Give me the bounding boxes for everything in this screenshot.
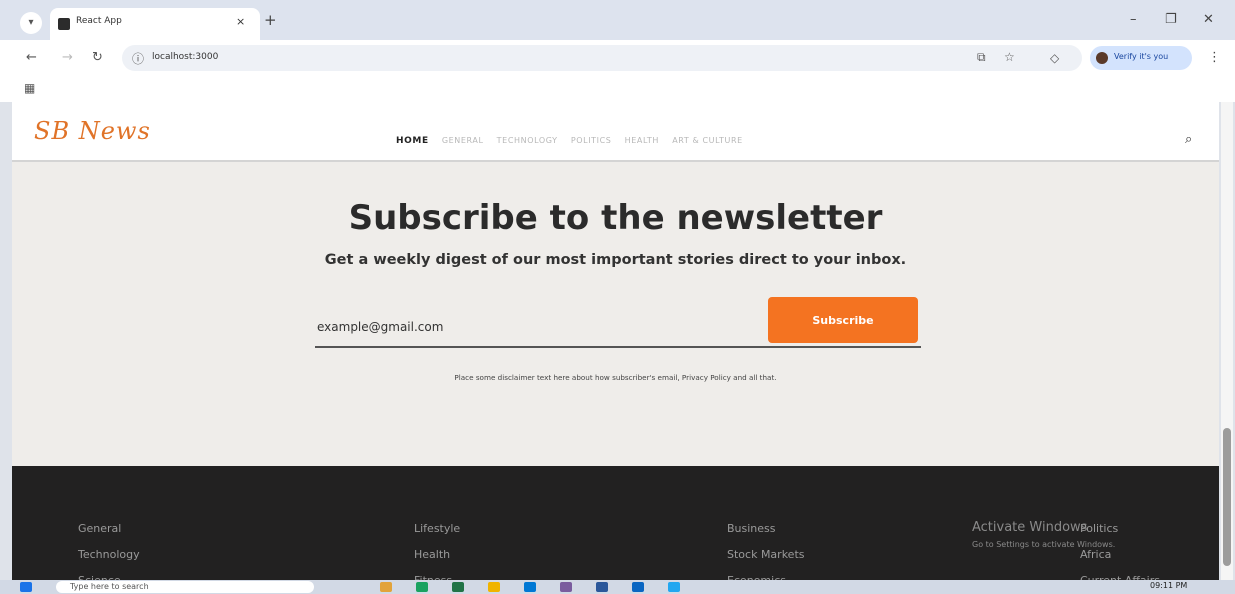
disclaimer-text: Place some disclaimer text here about ho… (454, 373, 777, 382)
folder-icon[interactable] (488, 582, 500, 592)
start-menu-icon[interactable] (20, 582, 32, 592)
install-app-icon[interactable]: ⧉ (977, 50, 986, 65)
browser-tab-active[interactable]: React App × (50, 8, 260, 40)
tab-close-icon[interactable]: × (236, 15, 245, 28)
footer-column-2: Lifestyle Health Fitness (414, 516, 460, 580)
avatar (1096, 52, 1108, 64)
reload-icon[interactable]: ↻ (92, 50, 103, 65)
newsletter-subtitle: Get a weekly digest of our most importan… (324, 252, 907, 268)
new-tab-button[interactable]: + (264, 11, 277, 29)
address-bar[interactable]: ⓘ localhost:3000 ⧉ ☆ (122, 45, 1082, 71)
word-icon[interactable] (596, 582, 608, 592)
footer-link-general[interactable]: General (78, 516, 140, 542)
nav-item-technology[interactable]: TECHNOLOGY (497, 136, 558, 145)
apps-grid-icon[interactable]: ▦ (24, 81, 35, 95)
footer-link-economics[interactable]: Economics (727, 568, 804, 580)
tab-favicon-icon (58, 18, 70, 30)
footer-link-business[interactable]: Business (727, 516, 804, 542)
nav-item-health[interactable]: HEALTH (625, 136, 659, 145)
nav-item-home[interactable]: HOME (396, 136, 429, 146)
bookmarks-bar: ▦ (0, 76, 1235, 102)
site-header: SB News HOME GENERAL TECHNOLOGY POLITICS… (12, 102, 1219, 162)
window-maximize-button[interactable]: ❐ (1165, 12, 1177, 27)
bookmark-star-icon[interactable]: ☆ (1004, 50, 1015, 64)
browser-tab-strip: ▾ React App × + – ❐ ✕ (0, 0, 1235, 40)
extensions-icon[interactable]: ◇ (1050, 51, 1059, 65)
footer-link-stock-markets[interactable]: Stock Markets (727, 542, 804, 568)
system-clock: 09:11 PM (1150, 581, 1188, 590)
subscribe-button[interactable]: Subscribe (768, 297, 918, 343)
nav-item-politics[interactable]: POLITICS (571, 136, 612, 145)
taskbar-search[interactable]: Type here to search (56, 581, 314, 593)
footer-link-fitness[interactable]: Fitness (414, 568, 460, 580)
chrome-taskbar-icon[interactable] (416, 582, 428, 592)
nav-item-art-culture[interactable]: ART & CULTURE (672, 136, 743, 145)
search-icon[interactable]: ⌕ (1185, 132, 1192, 147)
footer-link-science[interactable]: Science (78, 568, 140, 580)
tab-title: React App (76, 16, 122, 26)
profile-button[interactable]: Verify it's you (1090, 46, 1192, 70)
footer-link-health[interactable]: Health (414, 542, 460, 568)
forward-arrow-icon[interactable]: → (62, 50, 73, 65)
footer-link-lifestyle[interactable]: Lifestyle (414, 516, 460, 542)
scrollbar-thumb[interactable] (1223, 428, 1231, 566)
address-url: localhost:3000 (152, 52, 219, 62)
main-nav: HOME GENERAL TECHNOLOGY POLITICS HEALTH … (396, 136, 753, 146)
site-footer: General Technology Science Lifestyle Hea… (12, 466, 1219, 580)
mail-icon[interactable] (524, 582, 536, 592)
activate-windows-subtitle: Go to Settings to activate Windows. (972, 540, 1116, 549)
browser-menu-icon[interactable]: ⋮ (1208, 50, 1221, 65)
window-close-button[interactable]: ✕ (1203, 12, 1214, 27)
back-arrow-icon[interactable]: ← (26, 50, 37, 65)
taskbar-search-placeholder: Type here to search (70, 582, 149, 591)
site-info-icon[interactable]: ⓘ (132, 50, 144, 67)
profile-label: Verify it's you (1114, 52, 1169, 61)
footer-link-politics[interactable]: Politics (1080, 516, 1160, 542)
activate-windows-title: Activate Windows (972, 520, 1088, 535)
edge-icon[interactable] (632, 582, 644, 592)
tab-search-dropdown-icon[interactable]: ▾ (20, 12, 42, 34)
file-explorer-icon[interactable] (380, 582, 392, 592)
app-icon[interactable] (560, 582, 572, 592)
window-minimize-button[interactable]: – (1130, 12, 1137, 27)
excel-icon[interactable] (452, 582, 464, 592)
nav-item-general[interactable]: GENERAL (442, 136, 484, 145)
footer-column-1: General Technology Science (78, 516, 140, 580)
vscode-icon[interactable] (668, 582, 680, 592)
newsletter-title: Subscribe to the newsletter (348, 198, 883, 238)
site-logo[interactable]: SB News (34, 117, 151, 145)
page-viewport: SB News HOME GENERAL TECHNOLOGY POLITICS… (12, 102, 1219, 580)
footer-column-3: Business Stock Markets Economics (727, 516, 804, 580)
windows-taskbar: Type here to search 09:11 PM (0, 580, 1235, 594)
footer-link-technology[interactable]: Technology (78, 542, 140, 568)
browser-toolbar: ← → ↻ ⓘ localhost:3000 ⧉ ☆ ◇ Verify it's… (0, 40, 1235, 76)
footer-link-current-affairs[interactable]: Current Affairs (1080, 568, 1160, 580)
